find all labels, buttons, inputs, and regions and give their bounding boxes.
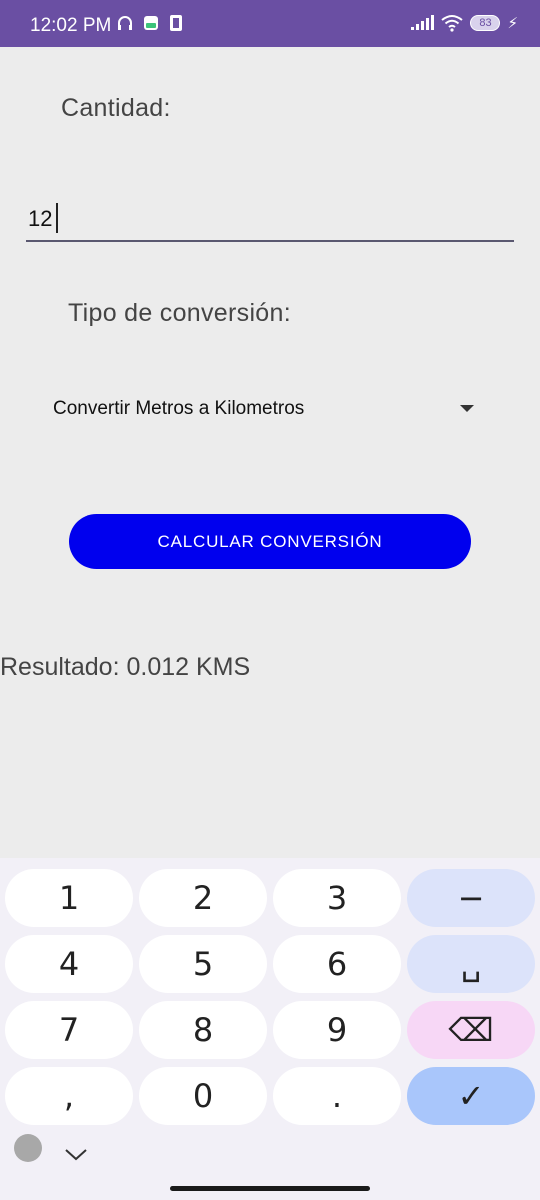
- dropdown-selected-value: Convertir Metros a Kilometros: [53, 398, 305, 419]
- battery-icon: 83: [470, 15, 501, 31]
- wifi-icon: [441, 15, 464, 32]
- tipo-conversion-label: Tipo de conversión:: [68, 299, 291, 327]
- resultado-text: Resultado: 0.012 KMS: [0, 653, 251, 681]
- key-done[interactable]: ✓: [407, 1067, 535, 1125]
- signal-icon: [411, 15, 435, 30]
- dropdown-arrow-icon: [460, 405, 474, 412]
- key-3[interactable]: 3: [273, 869, 401, 927]
- home-indicator[interactable]: [170, 1186, 370, 1191]
- charging-icon: ⚡: [507, 15, 518, 32]
- key-2[interactable]: 2: [139, 869, 267, 927]
- cantidad-label: Cantidad:: [61, 94, 171, 122]
- cantidad-input-value[interactable]: 12: [28, 206, 52, 232]
- status-bar: 12:02 PM 83 ⚡: [0, 0, 540, 47]
- key-comma[interactable]: ,: [5, 1067, 133, 1125]
- game-icon: [144, 16, 158, 30]
- keyboard-switch-icon[interactable]: [14, 1134, 42, 1162]
- sim-icon: [170, 15, 182, 31]
- key-5[interactable]: 5: [139, 935, 267, 993]
- key-6[interactable]: 6: [273, 935, 401, 993]
- cantidad-input[interactable]: 12: [26, 198, 514, 242]
- key-minus[interactable]: −: [407, 869, 535, 927]
- key-7[interactable]: 7: [5, 1001, 133, 1059]
- key-space[interactable]: ␣: [407, 935, 535, 993]
- key-4[interactable]: 4: [5, 935, 133, 993]
- numeric-keyboard: 1 2 3 − 4 5 6 ␣ 7 8 9 ⌫ , 0 . ✓: [0, 858, 540, 1200]
- key-backspace[interactable]: ⌫: [407, 1001, 535, 1059]
- key-8[interactable]: 8: [139, 1001, 267, 1059]
- status-time: 12:02 PM: [30, 15, 112, 36]
- key-1[interactable]: 1: [5, 869, 133, 927]
- key-0[interactable]: 0: [139, 1067, 267, 1125]
- chevron-down-icon[interactable]: [64, 1146, 88, 1167]
- calcular-button[interactable]: CALCULAR CONVERSIÓN: [69, 514, 471, 569]
- key-period[interactable]: .: [273, 1067, 401, 1125]
- text-cursor: [56, 203, 58, 233]
- tipo-conversion-dropdown[interactable]: Convertir Metros a Kilometros: [40, 388, 488, 432]
- headphones-icon: [118, 16, 132, 30]
- key-9[interactable]: 9: [273, 1001, 401, 1059]
